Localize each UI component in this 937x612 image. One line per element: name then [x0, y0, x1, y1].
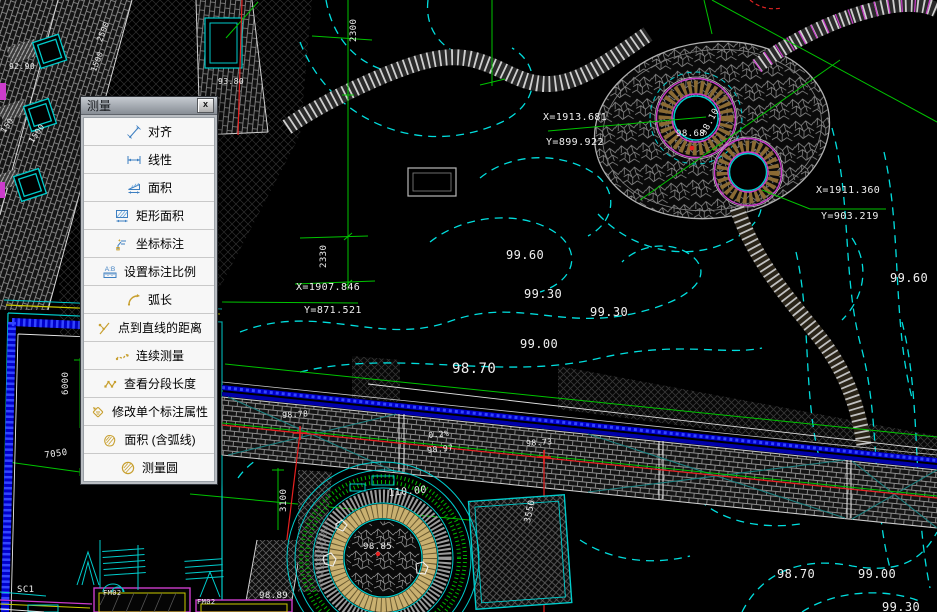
panel-item-label: 连续测量 — [136, 347, 184, 364]
rect-area-icon — [114, 208, 131, 224]
panel-item-label: 坐标标注 — [136, 235, 184, 252]
coord-dim-icon — [114, 236, 131, 252]
panel-item-area[interactable]: 面积 — [84, 173, 214, 201]
continuous-icon — [114, 348, 131, 364]
panel-item-point-line-dist[interactable]: 点到直线的距离 — [84, 313, 214, 341]
panel-item-label: 面积 — [148, 179, 172, 196]
dim-scale-icon: A:B — [102, 264, 119, 280]
measure-toolbar: 测量 x 对齐 线性 面积 矩形面积 坐标标注 A:B 设置标注比例 弧长 点到… — [80, 96, 218, 485]
panel-item-label: 查看分段长度 — [124, 375, 196, 392]
panel-item-area-with-arc[interactable]: 面积 (含弧线) — [84, 425, 214, 453]
panel-item-rect-area[interactable]: 矩形面积 — [84, 201, 214, 229]
panel-item-align[interactable]: 对齐 — [84, 118, 214, 145]
area-icon — [126, 180, 143, 196]
panel-item-label: 线性 — [148, 151, 172, 168]
edit-attr-icon — [90, 404, 107, 420]
arc-length-icon — [126, 292, 143, 308]
panel-item-label: 点到直线的距离 — [118, 319, 202, 336]
panel-item-edit-dim-attr[interactable]: 修改单个标注属性 — [84, 397, 214, 425]
panel-item-label: 矩形面积 — [136, 207, 184, 224]
panel-item-label: 面积 (含弧线) — [124, 431, 195, 448]
segment-length-icon — [102, 376, 119, 392]
align-dim-icon — [126, 124, 143, 140]
panel-item-arc-length[interactable]: 弧长 — [84, 285, 214, 313]
panel-item-label: 对齐 — [148, 123, 172, 140]
toolbar-title: 测量 — [87, 97, 111, 114]
cad-application-window: X=1913.681Y=899.922X=1911.360Y=903.219X=… — [0, 0, 937, 612]
panel-item-dim-scale[interactable]: A:B 设置标注比例 — [84, 257, 214, 285]
close-button[interactable]: x — [197, 98, 214, 113]
panel-item-segment-length[interactable]: 查看分段长度 — [84, 369, 214, 397]
panel-item-coord-dim[interactable]: 坐标标注 — [84, 229, 214, 257]
panel-item-continuous-measure[interactable]: 连续测量 — [84, 341, 214, 369]
toolbar-body: 对齐 线性 面积 矩形面积 坐标标注 A:B 设置标注比例 弧长 点到直线的距离… — [83, 117, 215, 482]
area-arc-icon — [102, 432, 119, 448]
panel-item-label: 测量圆 — [142, 459, 178, 476]
linear-dim-icon — [126, 152, 143, 168]
panel-item-label: 弧长 — [148, 291, 172, 308]
svg-text:A:B: A:B — [105, 266, 115, 273]
toolbar-titlebar[interactable]: 测量 x — [81, 97, 217, 115]
panel-item-label: 设置标注比例 — [124, 263, 196, 280]
point-line-icon — [96, 320, 113, 336]
panel-item-measure-circle[interactable]: 测量圆 — [84, 453, 214, 481]
measure-circle-icon — [120, 460, 137, 476]
panel-item-linear[interactable]: 线性 — [84, 145, 214, 173]
panel-item-label: 修改单个标注属性 — [112, 403, 208, 420]
